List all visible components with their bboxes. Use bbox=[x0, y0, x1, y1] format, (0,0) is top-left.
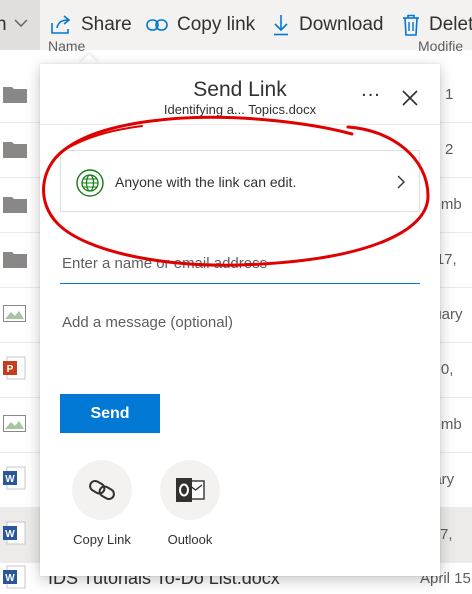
download-command[interactable]: Download bbox=[272, 0, 384, 50]
outlook-icon bbox=[176, 478, 205, 502]
view-switcher-label: n bbox=[0, 14, 7, 35]
name-column-header[interactable]: Name bbox=[48, 38, 85, 54]
link-icon bbox=[89, 480, 115, 500]
copy-link-option-circle bbox=[72, 460, 132, 520]
link-permission-text: Anyone with the link can edit. bbox=[115, 174, 297, 190]
dialog-file-name: Identifying a... Topics.docx bbox=[163, 102, 317, 117]
trash-icon bbox=[403, 14, 419, 36]
copy-link-command-label: Copy link bbox=[177, 14, 256, 35]
close-icon[interactable] bbox=[400, 88, 420, 108]
view-switcher[interactable]: n bbox=[0, 0, 40, 50]
modified-column-header[interactable]: Modifie bbox=[418, 38, 463, 54]
outlook-option[interactable]: Outlook bbox=[152, 460, 228, 550]
copy-link-option-label: Copy Link bbox=[73, 532, 131, 547]
svg-text:W: W bbox=[5, 474, 15, 485]
word-file-icon: W bbox=[3, 466, 26, 490]
image-file-icon bbox=[3, 415, 26, 432]
svg-text:P: P bbox=[7, 364, 14, 375]
outlook-option-circle bbox=[160, 460, 220, 520]
download-command-label: Download bbox=[299, 14, 384, 35]
svg-text:W: W bbox=[5, 573, 15, 584]
outlook-option-label: Outlook bbox=[167, 532, 213, 547]
share-command-label: Share bbox=[81, 14, 132, 35]
download-icon bbox=[274, 15, 288, 36]
globe-icon bbox=[76, 169, 104, 197]
link-icon bbox=[146, 19, 168, 31]
image-file-icon bbox=[3, 305, 26, 322]
chevron-right-icon bbox=[397, 175, 405, 189]
powerpoint-file-icon: P bbox=[3, 356, 26, 380]
folder-icon bbox=[3, 87, 27, 103]
message-field[interactable] bbox=[60, 308, 420, 378]
word-file-icon: W bbox=[3, 565, 26, 589]
more-options-button[interactable]: ... bbox=[358, 80, 384, 104]
chevron-down-icon bbox=[14, 19, 28, 27]
link-settings-button[interactable]: Anyone with the link can edit. bbox=[60, 150, 420, 212]
send-button[interactable]: Send bbox=[60, 394, 160, 433]
delete-command-label: Delet bbox=[429, 14, 472, 35]
divider bbox=[40, 124, 440, 125]
svg-text:W: W bbox=[5, 529, 15, 540]
folder-icon bbox=[3, 252, 27, 268]
copy-link-option[interactable]: Copy Link bbox=[64, 460, 140, 550]
send-link-dialog: Send Link Identifying a... Topics.docx .… bbox=[40, 64, 440, 576]
folder-icon bbox=[3, 142, 27, 158]
copy-link-command[interactable]: Copy link bbox=[146, 0, 255, 50]
recipient-input[interactable] bbox=[60, 242, 420, 284]
share-icon bbox=[51, 15, 71, 34]
word-file-icon: W bbox=[3, 521, 26, 545]
folder-icon bbox=[3, 197, 27, 213]
